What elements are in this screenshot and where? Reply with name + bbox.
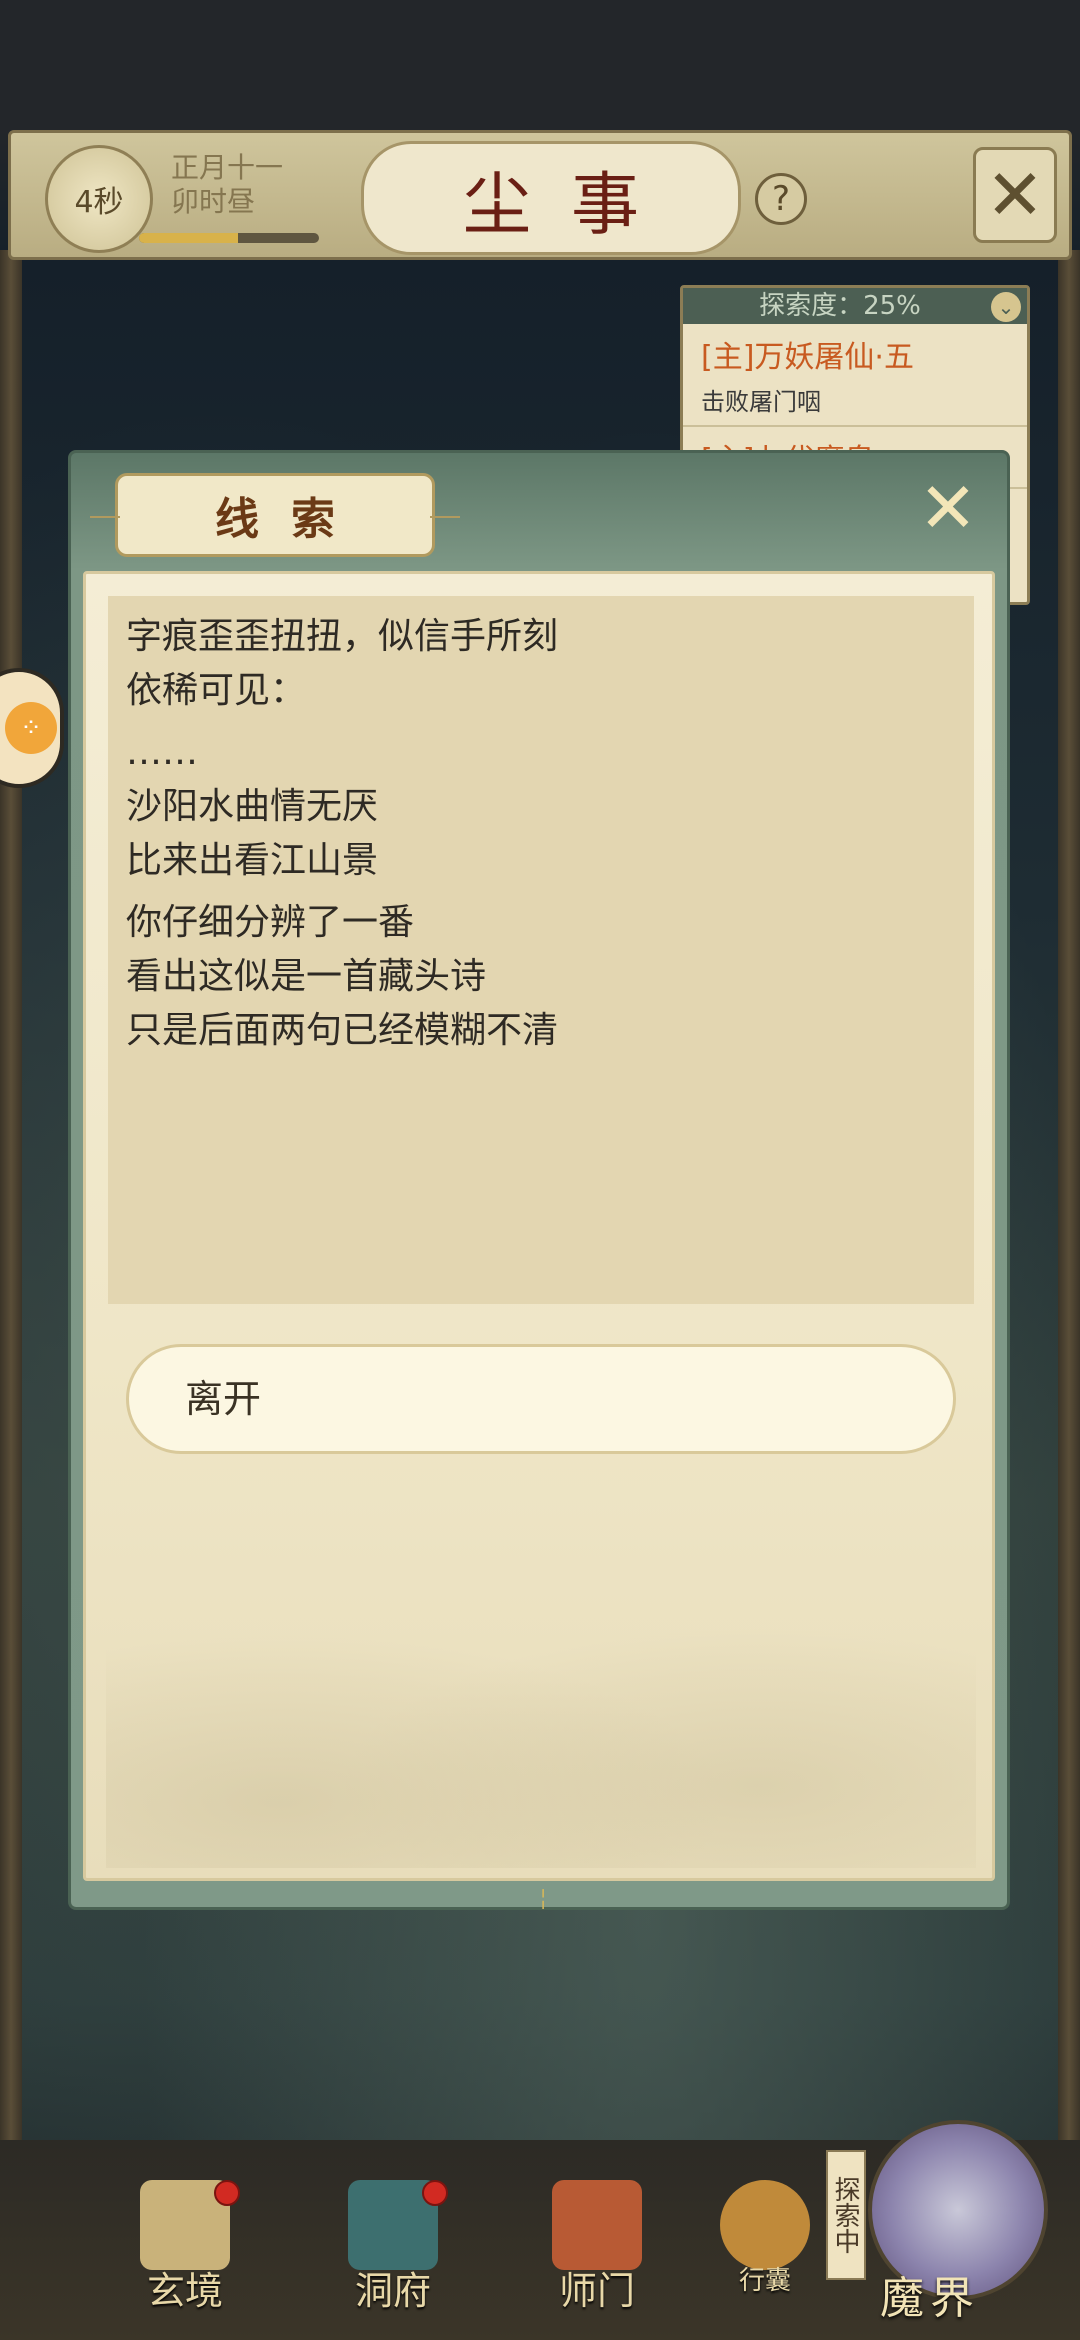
exploring-badge: 探索中 [826,2150,866,2280]
clue-ellipsis: …… [126,732,198,773]
clue-line: 你仔细分辨了一番 [126,902,415,943]
dialog-title: 线索 [90,473,460,557]
notification-dot [422,2180,448,2206]
notification-dot [214,2180,240,2206]
exploration-progress: 探索度：25% [683,288,1027,324]
page-title: 尘事 [361,141,741,255]
crossed-swords-icon: ✕ [985,154,1045,236]
date-text: 正月十一 [171,151,284,184]
clue-line: 看出这似是一首藏头诗 [126,956,487,997]
quest-subtitle: 击败屠门咽 [701,388,821,416]
demon-realm-label: 魔界 [880,2273,980,2324]
clue-dialog: 线索 ✕ 字痕歪歪扭扭，似信手所刻 依稀可见： …… 沙阳水曲情无厌 比来出看江… [68,450,1010,1911]
close-button[interactable]: ✕ [913,473,983,543]
date-block: 正月十一 卯时昼 [171,151,283,219]
close-icon: ✕ [918,467,978,549]
menu-button[interactable]: ✕ [973,147,1057,243]
frame-right [1058,250,1080,2150]
quest-item[interactable]: [主]万妖屠仙·五 击败屠门咽 [683,324,1027,427]
top-bar: 4秒 正月十一 卯时昼 尘事 ? ✕ [8,130,1072,260]
clue-line: 只是后面两句已经模糊不清 [126,1010,559,1051]
help-button[interactable]: ? [755,173,807,225]
quest-title: [主]万妖屠仙·五 [701,340,914,375]
mountain-watermark [106,1538,976,1868]
timer-badge: 4秒 [45,145,153,253]
chevron-down-icon[interactable]: ⌄ [991,292,1021,322]
clue-line: 依稀可见： [126,670,307,711]
time-progress-fill [139,233,238,243]
nav-label: 行囊 [738,2266,791,2296]
dialog-paper: 字痕歪歪扭扭，似信手所刻 依稀可见： …… 沙阳水曲情无厌 比来出看江山景 你仔… [83,571,995,1881]
timer-text: 4秒 [74,185,124,220]
frame-left [0,250,22,2150]
nav-label: 洞府 [354,2269,431,2313]
poem-line: 沙阳水曲情无厌 [126,786,379,827]
nav-item-xuanjing[interactable]: 玄境 [110,2180,260,2320]
poem-line: 比来出看江山景 [126,840,379,881]
nav-item-xingnang[interactable]: 行囊 [690,2180,840,2320]
floating-gamepad-button[interactable]: ⁘ [0,668,64,788]
nav-item-dongfu[interactable]: 洞府 [318,2180,468,2320]
nav-label: 师门 [558,2269,635,2313]
banner-icon [552,2180,642,2270]
gamepad-icon: ⁘ [5,702,57,754]
clue-text: 字痕歪歪扭扭，似信手所刻 依稀可见： …… 沙阳水曲情无厌 比来出看江山景 你仔… [108,596,974,1304]
nav-label: 玄境 [146,2269,223,2313]
leave-button[interactable]: 离开 [126,1344,956,1454]
bag-icon [720,2180,810,2270]
clue-line: 字痕歪歪扭扭，似信手所刻 [126,616,559,657]
time-progress-bar [139,233,319,243]
nav-item-shimen[interactable]: 师门 [522,2180,672,2320]
pin-ornament: ╎ [537,1887,550,1911]
time-of-day-text: 卯时昼 [171,185,256,218]
